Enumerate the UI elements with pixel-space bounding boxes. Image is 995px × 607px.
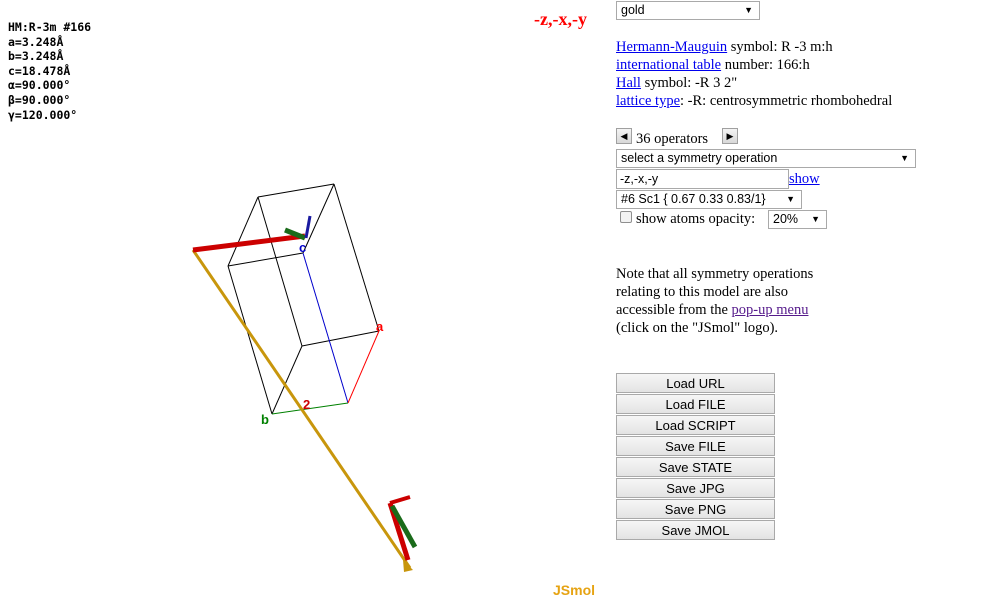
hermann-mauguin-link[interactable]: Hermann-Mauguin: [616, 39, 727, 55]
jsmol-viewer[interactable]: HM:R-3m #166 a=3.248Å b=3.248Å c=18.478Å…: [0, 0, 606, 607]
note-line-3: accessible from the pop-up menu: [616, 301, 808, 319]
note-line-3-text: accessible from the: [616, 302, 732, 318]
chevron-down-icon: ▼: [900, 153, 909, 163]
triangle-right-icon: ▶: [726, 131, 734, 141]
hall-link[interactable]: Hall: [616, 75, 641, 91]
save-jpg-button[interactable]: Save JPG: [616, 478, 775, 498]
cell-edge: [227, 252, 304, 267]
blue-arrow-top: [304, 215, 312, 239]
red-arrow-bottom-h: [389, 495, 411, 505]
chevron-down-icon: ▼: [811, 214, 820, 224]
show-link[interactable]: show: [789, 170, 820, 188]
load-script-button[interactable]: Load SCRIPT: [616, 415, 775, 435]
color-select-value: gold: [621, 3, 645, 17]
opacity-label: show atoms opacity:: [636, 211, 756, 227]
int-table-text: number: 166:h: [721, 57, 810, 73]
show-atoms-checkbox[interactable]: [620, 211, 632, 223]
axis-a-line: [347, 330, 380, 404]
hall-symbol-text: symbol: -R 3 2": [640, 75, 738, 91]
axis-c-line: [302, 252, 349, 404]
load-file-button[interactable]: Load FILE: [616, 394, 775, 414]
triangle-left-icon: ◀: [620, 131, 628, 141]
save-png-button[interactable]: Save PNG: [616, 499, 775, 519]
popup-menu-link[interactable]: pop-up menu: [732, 302, 809, 318]
axis-a-label: a: [376, 319, 384, 334]
note-line-4: (click on the "JSmol" logo).: [616, 320, 779, 336]
jsmol-logo[interactable]: JSmol: [553, 582, 595, 598]
lattice-type-text: : -R: centrosymmetric rhombohedral: [680, 93, 893, 109]
operation-detail-value: #6 Sc1 { 0.67 0.33 0.83/1}: [621, 192, 766, 206]
note-line-2: relating to this model are also: [616, 284, 788, 300]
symmetry-operation-select[interactable]: select a symmetry operation ▼: [616, 149, 916, 168]
save-state-button[interactable]: Save STATE: [616, 457, 775, 477]
cell-edge: [301, 330, 380, 347]
translation-vector: [191, 249, 412, 569]
color-select[interactable]: gold ▼: [616, 1, 760, 20]
save-jmol-button[interactable]: Save JMOL: [616, 520, 775, 540]
hm-symbol-text: symbol: R -3 m:h: [727, 39, 833, 55]
unit-cell-frame: [227, 183, 380, 415]
operation-detail-select[interactable]: #6 Sc1 { 0.67 0.33 0.83/1} ▼: [616, 190, 802, 209]
cell-edge: [227, 196, 259, 267]
origin-marker: 2: [303, 397, 310, 412]
symmetry-operation-input[interactable]: [616, 169, 789, 189]
crystal-scene[interactable]: a b c 2: [0, 0, 606, 607]
cell-edge: [257, 183, 335, 198]
opacity-select-value: 20%: [773, 212, 799, 226]
cell-edge: [302, 183, 335, 254]
load-url-button[interactable]: Load URL: [616, 373, 775, 393]
operators-count: 36 operators: [636, 131, 709, 147]
previous-operator-button[interactable]: ◀: [616, 128, 632, 144]
cell-edge: [227, 265, 273, 415]
lattice-type-link[interactable]: lattice type: [616, 93, 680, 109]
symmetry-operation-select-value: select a symmetry operation: [621, 151, 778, 165]
lattice-type-line: lattice type: -R: centrosymmetric rhombo…: [616, 92, 892, 110]
cell-edge: [257, 196, 303, 347]
save-file-button[interactable]: Save FILE: [616, 436, 775, 456]
opacity-select[interactable]: 20% ▼: [768, 210, 827, 229]
international-table-link[interactable]: international table: [616, 57, 721, 73]
note-line-1: Note that all symmetry operations: [616, 266, 814, 282]
red-arrow-top: [192, 233, 306, 253]
hall-symbol-line: Hall symbol: -R 3 2": [616, 74, 737, 92]
vector-arrowhead: [403, 560, 413, 572]
axis-c-label: c: [299, 240, 306, 255]
cell-edge: [333, 183, 380, 332]
hm-symbol-line: Hermann-Mauguin symbol: R -3 m:h: [616, 38, 833, 56]
int-table-line: international table number: 166:h: [616, 56, 810, 74]
chevron-down-icon: ▼: [786, 194, 795, 204]
axis-b-label: b: [261, 412, 269, 427]
next-operator-button[interactable]: ▶: [722, 128, 738, 144]
chevron-down-icon: ▼: [744, 5, 753, 15]
